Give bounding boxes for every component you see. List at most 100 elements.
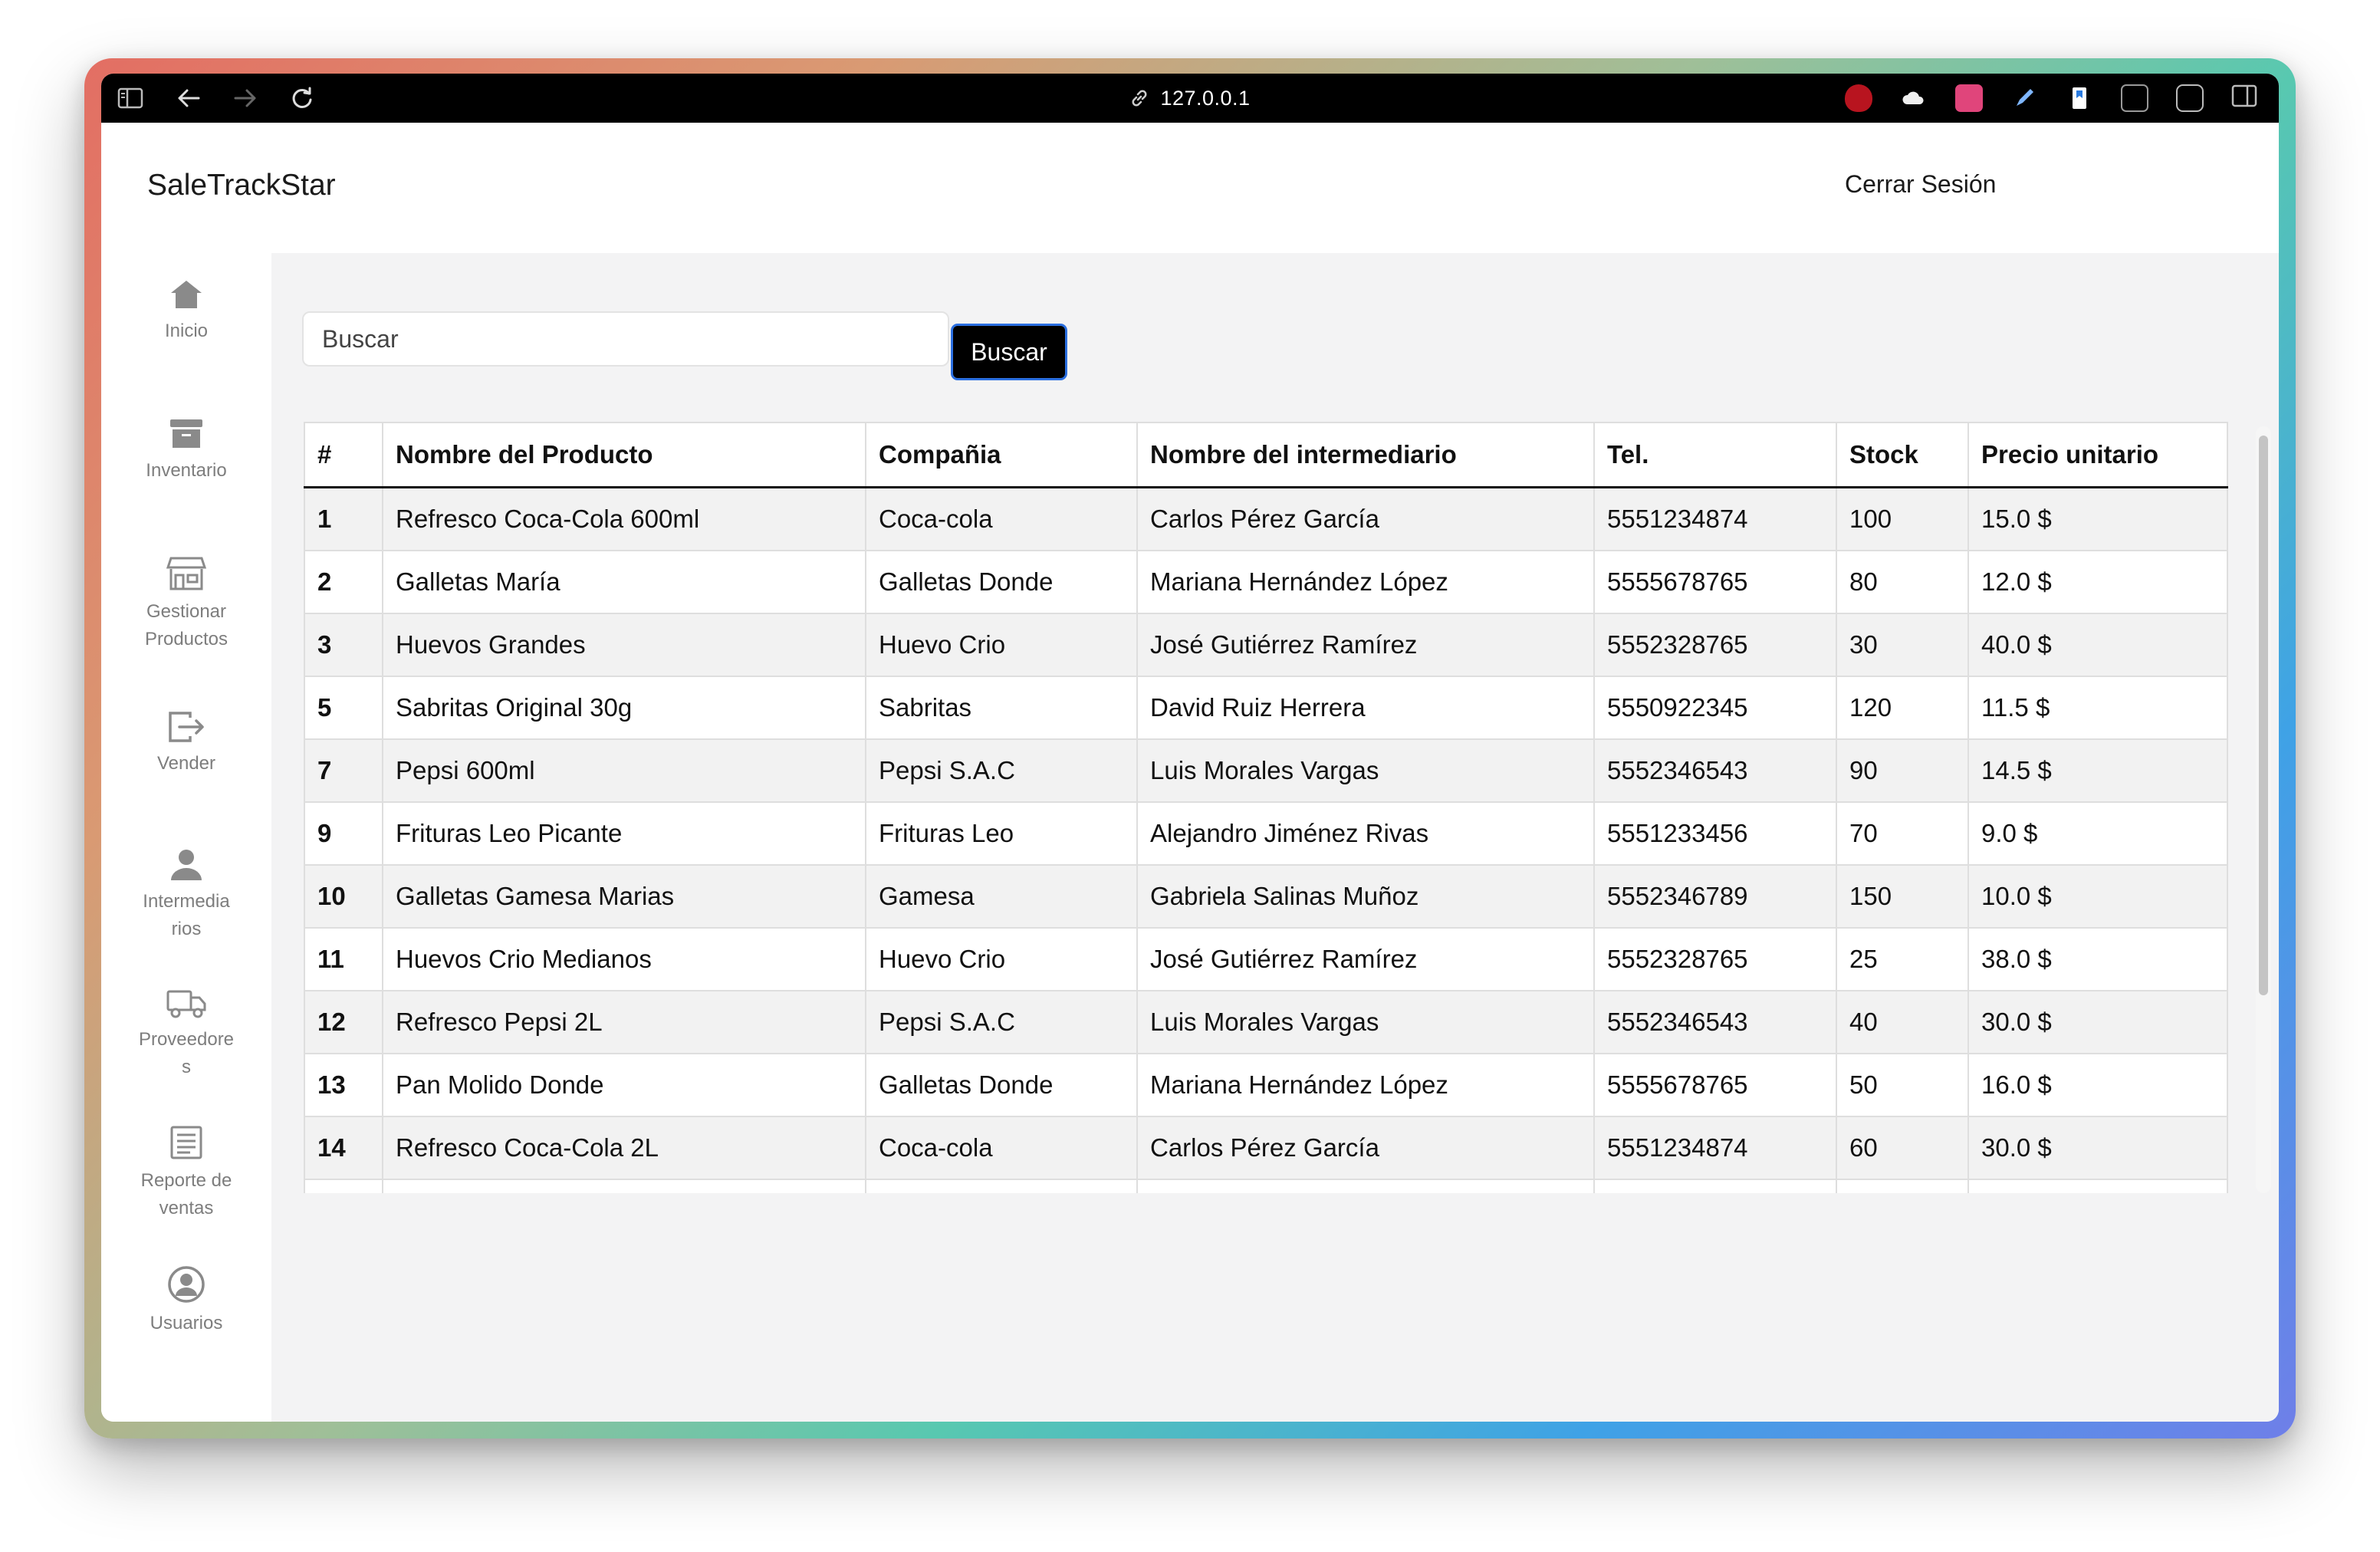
cloud-icon[interactable] [1900, 84, 1928, 112]
sidebar-item-reporte-de-ventas[interactable]: Reporte de ventas [101, 1124, 271, 1222]
sidebar-item-label: Inicio [164, 321, 209, 341]
search-input[interactable]: Buscar [302, 311, 949, 367]
table-cell: 15.0 $ [1967, 486, 2228, 551]
column-header: Stock [1836, 422, 1969, 488]
archive-box-icon [170, 419, 202, 448]
table-cell: Alejandro Jiménez Rivas [1136, 801, 1595, 866]
table-cell: Huevos Grandes [382, 613, 866, 677]
table-cell: 14 [304, 1116, 383, 1180]
table-cell: 7 [304, 738, 383, 803]
table-row: 3 Huevos Grandes Huevo Crio José Gutiérrez … [304, 613, 2228, 677]
main-content: Buscar Buscar # Nombre del Producto Comp… [271, 253, 2279, 1422]
table-row: 5 Sabritas Original 30g Sabritas David Ruiz… [304, 676, 2228, 740]
table-cell: 5552346543 [1593, 738, 1837, 803]
table-cell: 10.0 $ [1967, 864, 2228, 929]
table-cell [1593, 1179, 1837, 1193]
pen-icon[interactable] [2010, 84, 2038, 112]
browser-toolbar: 127.0.0.1 [101, 74, 2279, 123]
sidebar-item-label: Intermedia rios [143, 891, 230, 939]
home-icon [171, 281, 202, 308]
table-cell: 13 [304, 1053, 383, 1117]
column-header: Nombre del Producto [382, 422, 866, 488]
table-cell: Refresco Coca-Cola 2L [382, 1116, 866, 1180]
table-cell: Frituras Leo Picante [382, 801, 866, 866]
sidebar-item-vender[interactable]: Vender [101, 710, 271, 778]
table-cell: David Ruiz Herrera [1136, 676, 1595, 740]
table-cell: 5555678765 [1593, 550, 1837, 614]
user-circle-icon [168, 1266, 205, 1303]
app-header: SaleTrackStar Cerrar Sesión [101, 123, 2279, 253]
logout-link[interactable]: Cerrar Sesión [1845, 170, 1996, 199]
table-row: 9 Frituras Leo Picante Frituras Leo Alejand… [304, 801, 2228, 866]
table-row: 7 Pepsi 600ml Pepsi S.A.C Luis Morales Varg… [304, 738, 2228, 803]
table-cell: 14.5 $ [1967, 738, 2228, 803]
table-cell: Pepsi S.A.C [865, 738, 1138, 803]
table-row: 12 Refresco Pepsi 2L Pepsi S.A.C Luis Moral… [304, 990, 2228, 1054]
table-cell: 9 [304, 801, 383, 866]
sidebar-item-intermediarios[interactable]: Intermedia rios [101, 848, 271, 943]
table-cell: 5551234874 [1593, 486, 1837, 551]
table-cell: 5552328765 [1593, 613, 1837, 677]
sidebar-item-label: Proveedore s [138, 1029, 235, 1077]
products-table: # Nombre del Producto Compañia Nombre de… [304, 422, 2228, 1193]
table-cell: 12 [304, 990, 383, 1054]
table-cell: Refresco Pepsi 2L [382, 990, 866, 1054]
table-cell: 40.0 $ [1967, 613, 2228, 677]
sidebar-item-gestionar-productos[interactable]: Gestionar Productos [101, 555, 271, 653]
table-cell: Huevo Crio [865, 613, 1138, 677]
address-bar[interactable]: 127.0.0.1 [101, 74, 2279, 123]
table-cell: Huevo Crio [865, 927, 1138, 991]
table-cell [1836, 1179, 1969, 1193]
table-cell: 11 [304, 927, 383, 991]
table-cell: 100 [1836, 486, 1969, 551]
url-text: 127.0.0.1 [1160, 86, 1251, 110]
table-cell: 30 [1836, 613, 1969, 677]
column-header: Nombre del intermediario [1136, 422, 1595, 488]
column-header: Compañia [865, 422, 1138, 488]
sidebar-item-proveedores[interactable]: Proveedore s [101, 988, 271, 1081]
reader-icon[interactable] [2121, 84, 2148, 112]
table-cell: Galletas Donde [865, 1053, 1138, 1117]
sidebar-item-inicio[interactable]: Inicio [101, 278, 271, 345]
table-cell: José Gutiérrez Ramírez [1136, 927, 1595, 991]
table-cell: 60 [1836, 1116, 1969, 1180]
table-cell: 5555678765 [1593, 1053, 1837, 1117]
sidebar-item-label: Gestionar Productos [144, 601, 228, 649]
column-header: # [304, 422, 383, 488]
table-cell: 5 [304, 676, 383, 740]
table-cell: 90 [1836, 738, 1969, 803]
store-icon [166, 557, 206, 590]
table-cell: 5551234874 [1593, 1116, 1837, 1180]
sidebar-item-usuarios[interactable]: Usuarios [101, 1265, 271, 1337]
scrollbar-thumb[interactable] [2259, 436, 2268, 995]
table-cell: Gabriela Salinas Muñoz [1136, 864, 1595, 929]
sidebar-item-label: Reporte de ventas [140, 1170, 232, 1218]
table-cell: 25 [1836, 927, 1969, 991]
table-cell: 30.0 $ [1967, 990, 2228, 1054]
table-cell: 38.0 $ [1967, 927, 2228, 991]
table-cell: 50 [1836, 1053, 1969, 1117]
table-cell: Luis Morales Vargas [1136, 738, 1595, 803]
search-button[interactable]: Buscar [951, 324, 1067, 380]
translate-icon[interactable] [1955, 84, 1983, 112]
truck-icon [166, 990, 206, 1018]
table-cell: Mariana Hernández López [1136, 1053, 1595, 1117]
table-cell: Sabritas [865, 676, 1138, 740]
table-cell: 5552346543 [1593, 990, 1837, 1054]
ublock-icon[interactable] [1845, 84, 1872, 112]
split-view-icon[interactable] [2231, 84, 2259, 112]
sidebar-item-inventario[interactable]: Inventario [101, 417, 271, 485]
table-cell: Carlos Pérez García [1136, 1116, 1595, 1180]
exit-arrow-icon [169, 712, 204, 742]
bookmark-icon[interactable] [2066, 84, 2093, 112]
report-icon [170, 1126, 202, 1159]
tune-icon[interactable] [2176, 84, 2204, 112]
table-cell: 150 [1836, 864, 1969, 929]
table-cell: Refresco Coca-Cola 600ml [382, 486, 866, 551]
table-cell: 3 [304, 613, 383, 677]
table-cell: Luis Morales Vargas [1136, 990, 1595, 1054]
table-cell: 10 [304, 864, 383, 929]
link-icon [1132, 90, 1147, 107]
sidebar-item-label: Inventario [146, 460, 227, 481]
table-cell: Coca-cola [865, 486, 1138, 551]
